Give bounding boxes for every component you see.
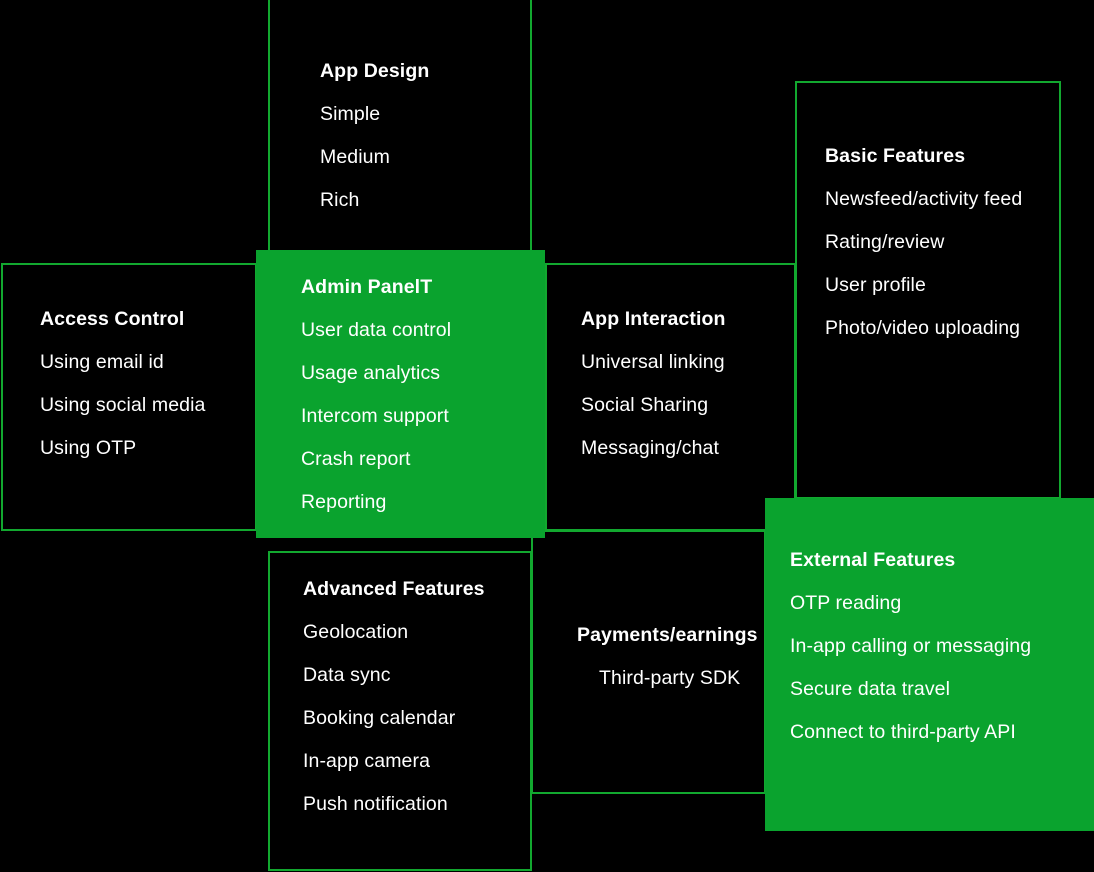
node-title: External Features xyxy=(790,549,956,571)
node-basic-features[interactable]: Basic Features Newsfeed/activity feed Ra… xyxy=(795,81,1061,499)
node-item: In-app camera xyxy=(303,750,431,772)
node-title: Access Control xyxy=(40,308,185,330)
diagram-canvas: App Design Simple Medium Rich Access Con… xyxy=(0,0,1094,872)
node-title: Advanced Features xyxy=(303,578,485,600)
node-access-control[interactable]: Access Control Using email id Using soci… xyxy=(1,263,257,531)
node-item: Using social media xyxy=(40,394,206,416)
node-item: Data sync xyxy=(303,664,391,686)
node-item: Geolocation xyxy=(303,621,409,643)
node-item: Rich xyxy=(320,189,360,211)
node-item: Reporting xyxy=(301,491,387,513)
node-title: Admin PanelT xyxy=(301,276,433,298)
node-item: Connect to third-party API xyxy=(790,721,1016,743)
node-title: App Interaction xyxy=(581,308,726,330)
node-title: Basic Features xyxy=(825,145,966,167)
node-item: Messaging/chat xyxy=(581,437,719,459)
node-item: Intercom support xyxy=(301,405,449,427)
node-item: Medium xyxy=(320,146,390,168)
node-item: Universal linking xyxy=(581,351,725,373)
node-admin-panel[interactable]: Admin PanelT User data control Usage ana… xyxy=(256,250,545,538)
node-advanced-features[interactable]: Advanced Features Geolocation Data sync … xyxy=(268,551,532,871)
node-item: Crash report xyxy=(301,448,411,470)
node-item: Usage analytics xyxy=(301,362,441,384)
node-item: Booking calendar xyxy=(303,707,456,729)
node-item: Newsfeed/activity feed xyxy=(825,188,1023,210)
node-item: In-app calling or messaging xyxy=(790,635,1032,657)
node-item: Push notification xyxy=(303,793,448,815)
node-item: Simple xyxy=(320,103,381,125)
node-item: User profile xyxy=(825,274,926,296)
node-item: Using OTP xyxy=(40,437,137,459)
node-title: App Design xyxy=(320,60,430,82)
node-item: Rating/review xyxy=(825,231,945,253)
node-item: User data control xyxy=(301,319,452,341)
node-item: Social Sharing xyxy=(581,394,709,416)
node-item: Using email id xyxy=(40,351,164,373)
node-item: Photo/video uploading xyxy=(825,317,1021,339)
node-external-features[interactable]: External Features OTP reading In-app cal… xyxy=(765,498,1094,831)
node-app-interaction[interactable]: App Interaction Universal linking Social… xyxy=(545,263,796,531)
node-item: Third-party SDK xyxy=(599,667,741,689)
node-payments-earnings[interactable]: Payments/earnings Third-party SDK xyxy=(531,530,766,794)
node-item: Secure data travel xyxy=(790,678,951,700)
node-title: Payments/earnings xyxy=(577,624,758,646)
node-app-design[interactable]: App Design Simple Medium Rich xyxy=(268,0,532,256)
node-item: OTP reading xyxy=(790,592,902,614)
